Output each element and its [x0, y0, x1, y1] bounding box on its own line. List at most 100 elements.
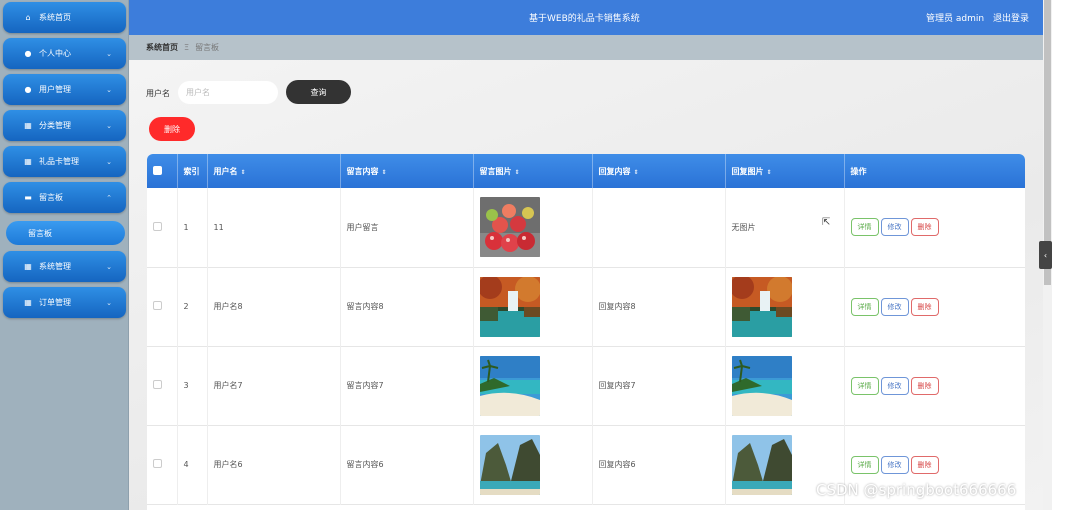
edit-button[interactable]: 修改 — [880, 218, 909, 237]
sort-icon[interactable]: ⇕ — [767, 169, 772, 176]
sort-icon[interactable]: ⇕ — [241, 169, 246, 176]
mouse-cursor-icon: ⇱ — [822, 217, 831, 228]
breadcrumb: 系统首页 Ξ 留言板 — [129, 35, 1043, 60]
column-header-content[interactable]: 留言内容 ⇕ — [340, 154, 474, 188]
sidebar-item-home[interactable]: ⌂ 系统首页 — [3, 2, 126, 33]
edit-button[interactable]: 修改 — [880, 455, 909, 474]
cell-content: 留言内容8 — [340, 267, 474, 346]
cell-username: 用户名7 — [207, 346, 341, 425]
edit-button[interactable]: 修改 — [880, 297, 909, 316]
chevron-down-icon: ⌄ — [106, 262, 112, 271]
breadcrumb-separator: Ξ — [184, 43, 190, 52]
sidebar-item-label: 个人中心 — [39, 49, 71, 58]
sidebar-item-label: 留言板 — [39, 193, 63, 202]
submenu-item-label: 留言板 — [28, 228, 52, 238]
row-checkbox[interactable] — [153, 380, 162, 389]
sidebar-item-label: 系统管理 — [39, 262, 71, 271]
sidebar-item-label: 分类管理 — [39, 121, 71, 130]
sidebar-item-system-management[interactable]: ▦ 系统管理 ⌄ — [3, 251, 126, 282]
user-icon: ● — [24, 85, 32, 94]
chevron-up-icon: ⌃ — [106, 193, 112, 202]
cell-index: 2 — [177, 267, 208, 346]
edit-button[interactable]: 修改 — [880, 376, 909, 395]
column-header-actions: 操作 — [844, 154, 1025, 188]
detail-button[interactable]: 详情 — [850, 455, 879, 474]
select-all-checkbox[interactable] — [153, 165, 162, 175]
main-content: 用户名 查询 删除 索引 用户名⇕ 留言内容⇕ 留言图片⇕ 回复内容⇕ 回复图片… — [129, 60, 1043, 510]
cell-reply: 回复内容6 — [592, 425, 726, 504]
delete-button[interactable]: 删除 — [910, 376, 939, 395]
message-image-beach — [479, 355, 540, 416]
bulk-delete-button[interactable]: 删除 — [149, 117, 195, 141]
grid-icon: ▦ — [24, 157, 32, 166]
table-header-row: 索引 用户名 ⇕ 留言内容 ⇕ 留言图片 ⇕ 回复内容 ⇕ 回复图片 ⇕ 操作 — [147, 154, 1025, 188]
search-label: 用户名 — [146, 89, 170, 98]
row-checkbox[interactable] — [153, 221, 162, 231]
sidebar-item-user-management[interactable]: ● 用户管理 ⌄ — [3, 74, 126, 105]
sidebar-item-gift-card-management[interactable]: ▦ 礼品卡管理 ⌄ — [3, 146, 126, 177]
watermark: CSDN @springboot666666 — [816, 481, 1017, 499]
message-image-cliff — [479, 434, 540, 495]
sidebar-item-label: 订单管理 — [39, 298, 71, 307]
chevron-down-icon: ⌄ — [106, 157, 112, 166]
table-row: 1 11 用户留言 无图片 详情 修改 删除 — [147, 188, 1025, 267]
cell-reply — [592, 188, 726, 267]
sidebar-item-category-management[interactable]: ▦ 分类管理 ⌄ — [3, 110, 126, 141]
chevron-down-icon: ⌄ — [106, 298, 112, 307]
cell-content: 留言内容6 — [340, 425, 474, 504]
sidebar-item-label: 用户管理 — [39, 85, 71, 94]
cell-username: 11 — [207, 188, 341, 267]
sidebar-item-label: 礼品卡管理 — [39, 157, 79, 166]
grid-icon: ▦ — [24, 262, 32, 271]
user-area: 管理员 admin 退出登录 — [920, 11, 1029, 24]
sidebar-item-message-board[interactable]: ▬ 留言板 ⌃ — [3, 182, 126, 213]
cell-content: 留言内容7 — [340, 346, 474, 425]
column-header-image[interactable]: 留言图片 ⇕ — [473, 154, 593, 188]
search-button[interactable]: 查询 — [286, 80, 351, 104]
row-checkbox[interactable] — [153, 459, 162, 468]
message-image-apples — [479, 197, 540, 258]
sort-icon[interactable]: ⇕ — [634, 169, 639, 176]
reply-image-beach — [731, 355, 792, 416]
reply-image-cliff — [731, 434, 792, 495]
cell-content: 用户留言 — [340, 188, 474, 267]
grid-icon: ▦ — [24, 121, 32, 130]
delete-button[interactable]: 删除 — [910, 218, 939, 237]
column-header-reply[interactable]: 回复内容 ⇕ — [592, 154, 726, 188]
cell-reply: 回复内容7 — [592, 346, 726, 425]
column-header-index: 索引 — [177, 154, 208, 188]
detail-button[interactable]: 详情 — [850, 297, 879, 316]
message-table: 索引 用户名 ⇕ 留言内容 ⇕ 留言图片 ⇕ 回复内容 ⇕ 回复图片 ⇕ 操作 1 11 … — [147, 154, 1025, 510]
table-row: 2 用户名8 留言内容8 回复内容8 详情 修改 删除 — [147, 267, 1025, 346]
sort-icon[interactable]: ⇕ — [382, 169, 387, 176]
sidebar-item-label: 系统首页 — [39, 13, 71, 22]
detail-button[interactable]: 详情 — [850, 376, 879, 395]
collapse-panel-button[interactable]: ‹ — [1039, 241, 1052, 269]
message-image-lake — [479, 276, 540, 337]
sidebar-item-order-management[interactable]: ▦ 订单管理 ⌄ — [3, 287, 126, 318]
table-row: 3 用户名7 留言内容7 回复内容7 详情 修改 删除 — [147, 346, 1025, 425]
submenu-item-message-board[interactable]: 留言板 — [6, 221, 125, 245]
delete-button[interactable]: 删除 — [910, 455, 939, 474]
search-input[interactable] — [178, 81, 278, 104]
column-header-reply-image[interactable]: 回复图片 ⇕ — [725, 154, 845, 188]
reply-image-lake — [731, 276, 792, 337]
delete-button[interactable]: 删除 — [910, 297, 939, 316]
column-header-username[interactable]: 用户名 ⇕ — [207, 154, 341, 188]
cell-index: 3 — [177, 346, 208, 425]
breadcrumb-home[interactable]: 系统首页 — [146, 42, 178, 53]
row-checkbox[interactable] — [153, 301, 162, 310]
logout-link[interactable]: 退出登录 — [993, 14, 1029, 24]
home-icon: ⌂ — [25, 13, 31, 22]
sidebar: ⌂ 系统首页 ● 个人中心 ⌄ ● 用户管理 ⌄ ▦ 分类管理 ⌄ ▦ 礼品卡管… — [0, 0, 129, 510]
cell-reply: 回复内容8 — [592, 267, 726, 346]
detail-button[interactable]: 详情 — [850, 218, 879, 237]
app-title: 基于WEB的礼品卡销售系统 — [529, 14, 640, 24]
cell-username: 用户名8 — [207, 267, 341, 346]
chevron-down-icon: ⌄ — [106, 85, 112, 94]
message-icon: ▬ — [24, 193, 32, 202]
sidebar-item-personal-center[interactable]: ● 个人中心 ⌄ — [3, 38, 126, 69]
sort-icon[interactable]: ⇕ — [515, 169, 520, 176]
top-bar: 基于WEB的礼品卡销售系统 管理员 admin 退出登录 — [129, 0, 1043, 35]
chevron-down-icon: ⌄ — [106, 121, 112, 130]
